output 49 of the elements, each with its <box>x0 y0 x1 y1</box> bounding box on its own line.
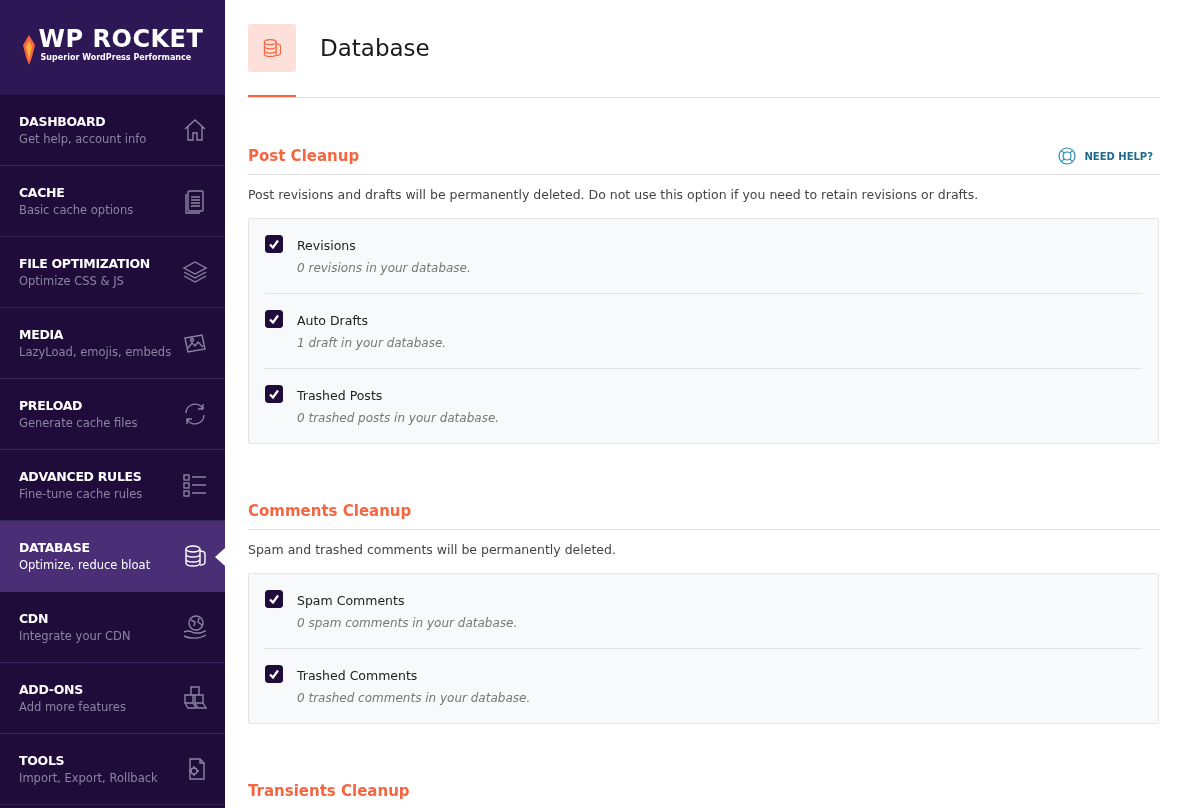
lifebuoy-icon <box>1058 147 1077 165</box>
cubes-icon <box>182 685 208 711</box>
nav-item[interactable]: TOOLS Import, Export, Rollback <box>0 734 225 805</box>
option-label: Trashed Comments <box>297 668 419 683</box>
help-link[interactable]: NEED HELP? <box>1058 147 1153 165</box>
checkbox[interactable] <box>265 310 283 328</box>
option-label: Trashed Posts <box>297 388 384 403</box>
option-label: Spam Comments <box>297 593 406 608</box>
checkmark-icon <box>268 388 280 400</box>
option-note: 0 revisions in your database. <box>297 261 471 275</box>
nav-item[interactable]: MEDIA LazyLoad, emojis, embeds <box>0 308 225 379</box>
page-title: Database <box>320 35 430 61</box>
section-description: Spam and trashed comments will be permanently deleted. <box>248 542 617 557</box>
rocket-icon <box>21 34 36 65</box>
checkbox[interactable] <box>265 235 283 253</box>
database-icon <box>182 543 208 569</box>
checkmark-icon <box>268 238 280 250</box>
refresh-icon <box>182 401 208 427</box>
nav-item[interactable]: FILE OPTIMIZATION Optimize CSS & JS <box>0 237 225 308</box>
nav-item[interactable]: ADD-ONS Add more features <box>0 663 225 734</box>
checklist-icon <box>182 472 208 498</box>
option-note: 1 draft in your database. <box>297 336 447 350</box>
globe-hand-icon <box>182 614 208 640</box>
section-title: Comments Cleanup <box>248 502 412 520</box>
nav-item[interactable]: CACHE Basic cache options <box>0 166 225 237</box>
option-label: Revisions <box>297 238 357 253</box>
checkbox[interactable] <box>265 665 283 683</box>
section-title: Post Cleanup <box>248 147 360 165</box>
logo-tagline: Superior WordPress Performance <box>40 52 193 62</box>
option-note: 0 trashed posts in your database. <box>297 411 500 425</box>
nav-item[interactable]: CDN Integrate your CDN <box>0 592 225 663</box>
checkmark-icon <box>268 593 280 605</box>
nav-item[interactable]: DASHBOARD Get help, account info <box>0 95 225 166</box>
logo-name: WP ROCKET <box>38 24 204 53</box>
checkmark-icon <box>268 668 280 680</box>
option-note: 0 trashed comments in your database. <box>297 691 531 705</box>
layers-icon <box>182 259 208 285</box>
nav-item[interactable]: PRELOAD Generate cache files <box>0 379 225 450</box>
section-description: Post revisions and drafts will be permanently deleted. Do not use this option if you need to retain revisions or drafts. <box>248 187 980 202</box>
option-label: Auto Drafts <box>297 313 369 328</box>
checkbox[interactable] <box>265 590 283 608</box>
checkmark-icon <box>268 313 280 325</box>
option-note: 0 spam comments in your database. <box>297 616 518 630</box>
section-title: Transients Cleanup <box>248 782 410 800</box>
database-icon <box>261 37 283 59</box>
checkbox[interactable] <box>265 385 283 403</box>
active-pointer <box>215 548 225 566</box>
home-icon <box>182 117 208 143</box>
nav-item[interactable]: DATABASE Optimize, reduce bloat <box>0 521 225 592</box>
